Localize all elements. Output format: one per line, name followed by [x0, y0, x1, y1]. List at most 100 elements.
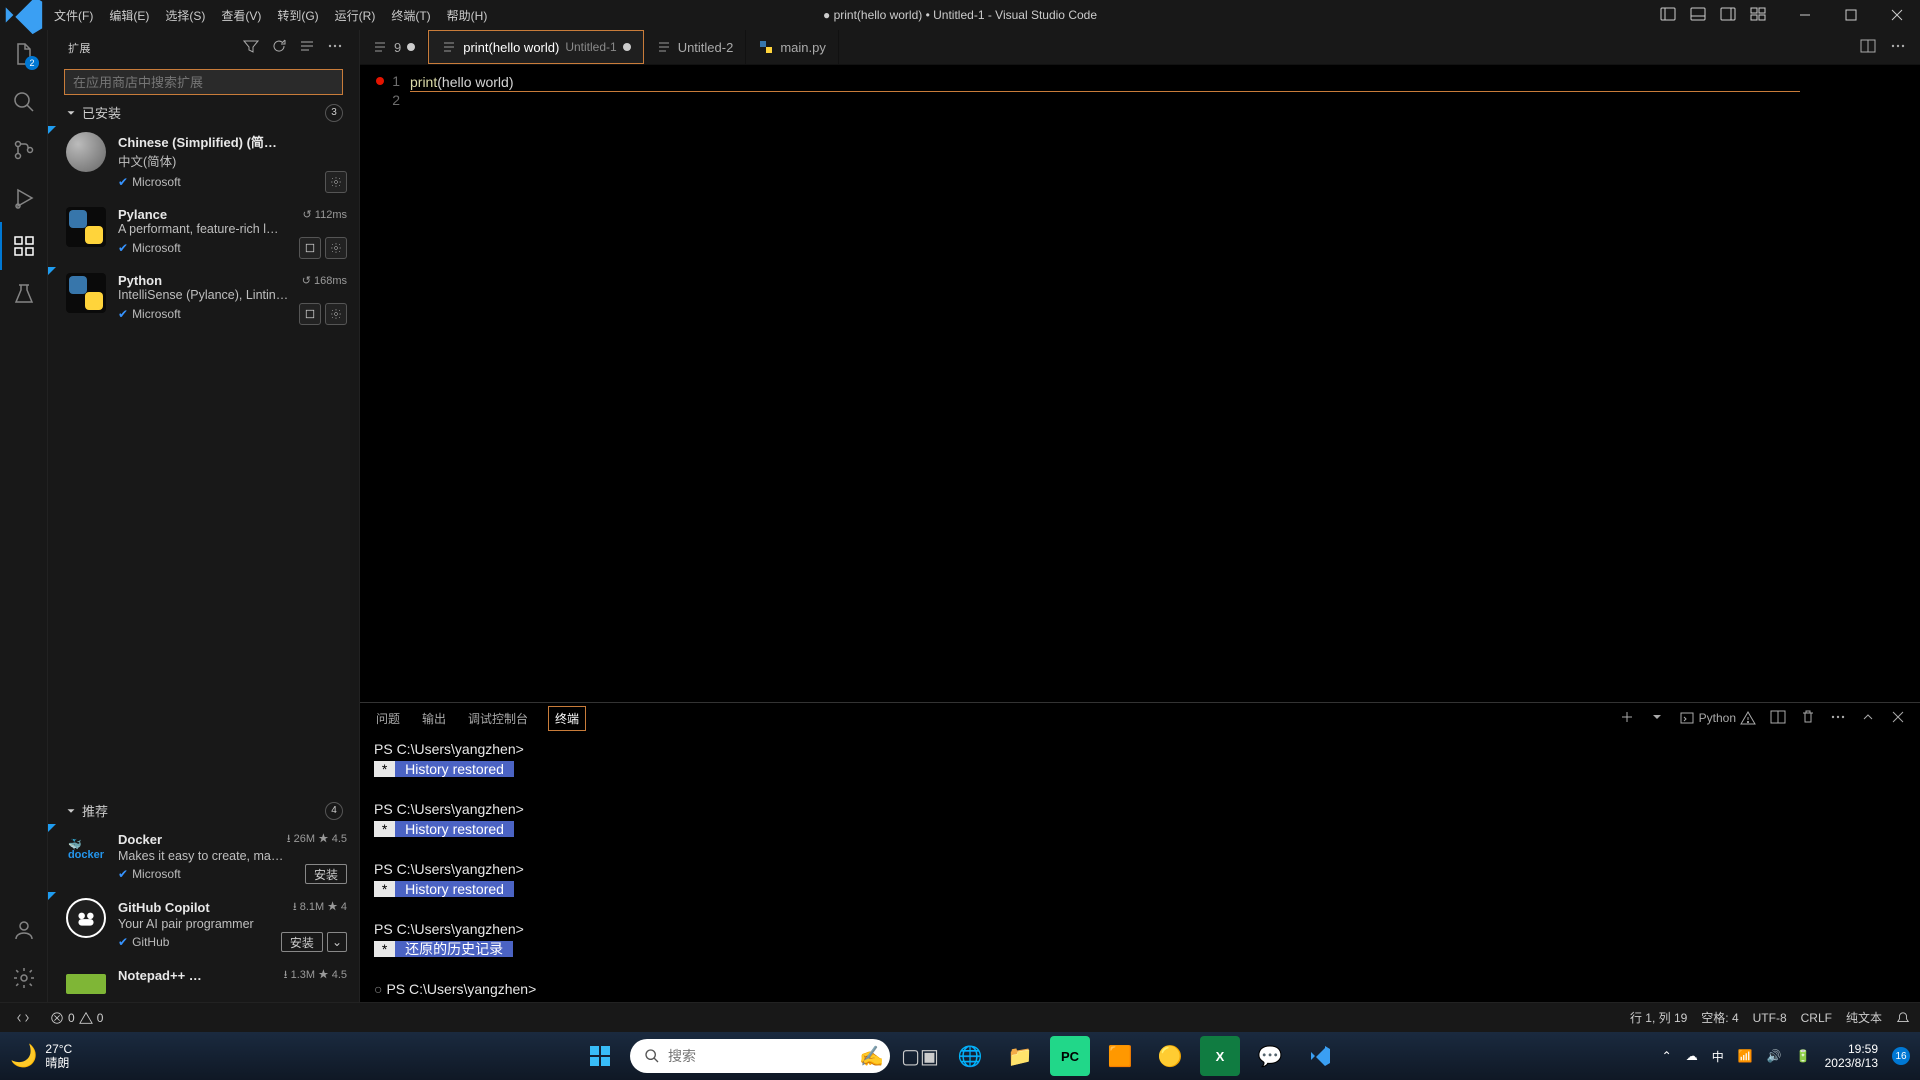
trash-icon[interactable]: [1800, 709, 1816, 728]
more-icon[interactable]: [327, 38, 343, 57]
taskbar-search-input[interactable]: [668, 1048, 876, 1064]
installed-count: 3: [325, 104, 343, 122]
edge-icon[interactable]: 🌐: [950, 1036, 990, 1076]
extension-search-box[interactable]: [64, 69, 343, 95]
terminal-output[interactable]: PS C:\Users\yangzhen> * History restored…: [360, 733, 1920, 1002]
maximize-panel-icon[interactable]: [1860, 709, 1876, 728]
search-icon[interactable]: [0, 78, 47, 126]
recommended-section-header[interactable]: 推荐 4: [48, 797, 359, 824]
clear-icon[interactable]: [299, 38, 315, 57]
pycharm-icon[interactable]: PC: [1050, 1036, 1090, 1076]
extension-item[interactable]: 🐳dockerDocker⭳ 26M ★ 4.5Makes it easy to…: [48, 824, 359, 892]
tray-battery-icon[interactable]: 🔋: [1796, 1049, 1811, 1063]
menu-item[interactable]: 转到(G): [269, 3, 326, 28]
split-terminal-icon[interactable]: [1770, 709, 1786, 728]
chrome-icon[interactable]: 🟡: [1150, 1036, 1190, 1076]
start-button[interactable]: [580, 1036, 620, 1076]
tray-chevron-icon[interactable]: ⌃: [1662, 1049, 1672, 1063]
menu-item[interactable]: 帮助(H): [439, 3, 496, 28]
title-bar: 文件(F)编辑(E)选择(S)查看(V)转到(G)运行(R)终端(T)帮助(H)…: [0, 0, 1920, 30]
taskview-icon[interactable]: ▢▣: [900, 1036, 940, 1076]
tray-ime[interactable]: 中: [1712, 1048, 1724, 1065]
extension-item[interactable]: Pylance↺ 112msA performant, feature-rich…: [48, 201, 359, 267]
extension-item[interactable]: Chinese (Simplified) (简…中文(简体)✔ Microsof…: [48, 126, 359, 201]
file-explorer-icon[interactable]: 📁: [1000, 1036, 1040, 1076]
extension-item[interactable]: Notepad++ …⭳ 1.3M ★ 4.5: [48, 960, 359, 1002]
extension-gear-icon[interactable]: [325, 237, 347, 259]
tray-notification-badge[interactable]: 16: [1892, 1047, 1910, 1065]
more-actions-icon[interactable]: [1890, 38, 1906, 57]
layout-grid-icon[interactable]: [1750, 6, 1766, 25]
status-eol[interactable]: CRLF: [1801, 1011, 1832, 1025]
editor-tab[interactable]: Untitled-2: [644, 30, 747, 64]
status-problems[interactable]: 0 0: [50, 1011, 103, 1025]
editor-tab[interactable]: print(hello world)Untitled-1: [428, 30, 643, 64]
install-button[interactable]: 安装: [281, 932, 323, 952]
status-language[interactable]: 纯文本: [1846, 1009, 1882, 1026]
close-button[interactable]: [1874, 0, 1920, 30]
minimize-button[interactable]: [1782, 0, 1828, 30]
tray-clock[interactable]: 19:59 2023/8/13: [1825, 1042, 1878, 1070]
filter-icon[interactable]: [243, 38, 259, 57]
menu-item[interactable]: 编辑(E): [101, 3, 157, 28]
sublime-icon[interactable]: 🟧: [1100, 1036, 1140, 1076]
install-more-icon[interactable]: ⌄: [327, 932, 347, 952]
extension-item[interactable]: GitHub Copilot⭳ 8.1M ★ 4Your AI pair pro…: [48, 892, 359, 960]
remote-icon[interactable]: [10, 1007, 36, 1029]
installed-section-header[interactable]: 已安装 3: [48, 99, 359, 126]
editor-body[interactable]: 12 print(hello world): [360, 65, 1920, 702]
panel-left-icon[interactable]: [1660, 6, 1676, 25]
tray-volume-icon[interactable]: 🔊: [1767, 1049, 1782, 1063]
explorer-icon[interactable]: 2: [0, 30, 47, 78]
extension-runtime-icon[interactable]: [299, 303, 321, 325]
terminal-dropdown-icon[interactable]: [1649, 709, 1665, 728]
panel-tab[interactable]: 终端: [548, 706, 586, 731]
source-control-icon[interactable]: [0, 126, 47, 174]
panel-tab[interactable]: 输出: [420, 706, 448, 731]
excel-icon[interactable]: X: [1200, 1036, 1240, 1076]
code-line[interactable]: print(hello world): [410, 73, 1920, 92]
panel-tab[interactable]: 调试控制台: [466, 706, 530, 731]
close-panel-icon[interactable]: [1890, 709, 1906, 728]
run-debug-icon[interactable]: [0, 174, 47, 222]
tray-wifi-icon[interactable]: 📶: [1738, 1049, 1753, 1063]
accounts-icon[interactable]: [0, 906, 47, 954]
panel-right-icon[interactable]: [1720, 6, 1736, 25]
tray-onedrive-icon[interactable]: ☁: [1686, 1049, 1698, 1063]
extension-search-input[interactable]: [65, 75, 342, 90]
settings-gear-icon[interactable]: [0, 954, 47, 1002]
panel-more-icon[interactable]: [1830, 709, 1846, 728]
warning-icon: [1740, 710, 1756, 726]
maximize-button[interactable]: [1828, 0, 1874, 30]
extension-gear-icon[interactable]: [325, 303, 347, 325]
vscode-taskbar-icon[interactable]: [1300, 1036, 1340, 1076]
panel-tab[interactable]: 问题: [374, 706, 402, 731]
terminal-kind[interactable]: Python: [1679, 710, 1756, 726]
status-cursor-pos[interactable]: 行 1, 列 19: [1630, 1009, 1687, 1026]
refresh-icon[interactable]: [271, 38, 287, 57]
editor-tab[interactable]: 9: [360, 30, 428, 64]
menu-item[interactable]: 终端(T): [383, 3, 438, 28]
menu-item[interactable]: 选择(S): [157, 3, 213, 28]
extension-runtime-icon[interactable]: [299, 237, 321, 259]
status-indent[interactable]: 空格: 4: [1701, 1009, 1738, 1026]
extension-item[interactable]: Python↺ 168msIntelliSense (Pylance), Lin…: [48, 267, 359, 333]
extension-gear-icon[interactable]: [325, 171, 347, 193]
editor-tab[interactable]: main.py: [746, 30, 839, 64]
taskbar-weather[interactable]: 🌙 27°C 晴朗: [10, 1042, 72, 1070]
panel-bottom-icon[interactable]: [1690, 6, 1706, 25]
extensions-icon[interactable]: [0, 222, 47, 270]
menu-item[interactable]: 运行(R): [327, 3, 384, 28]
notifications-icon[interactable]: [1896, 1011, 1910, 1025]
new-terminal-icon[interactable]: [1619, 709, 1635, 728]
code-line[interactable]: [410, 92, 1920, 111]
status-encoding[interactable]: UTF-8: [1753, 1011, 1787, 1025]
taskbar-search[interactable]: ✍️: [630, 1039, 890, 1073]
wechat-icon[interactable]: 💬: [1250, 1036, 1290, 1076]
install-button[interactable]: 安装: [305, 864, 347, 884]
split-editor-icon[interactable]: [1860, 38, 1876, 57]
menu-item[interactable]: 文件(F): [46, 3, 101, 28]
breakpoint-icon[interactable]: [376, 77, 384, 85]
testing-icon[interactable]: [0, 270, 47, 318]
menu-item[interactable]: 查看(V): [213, 3, 269, 28]
